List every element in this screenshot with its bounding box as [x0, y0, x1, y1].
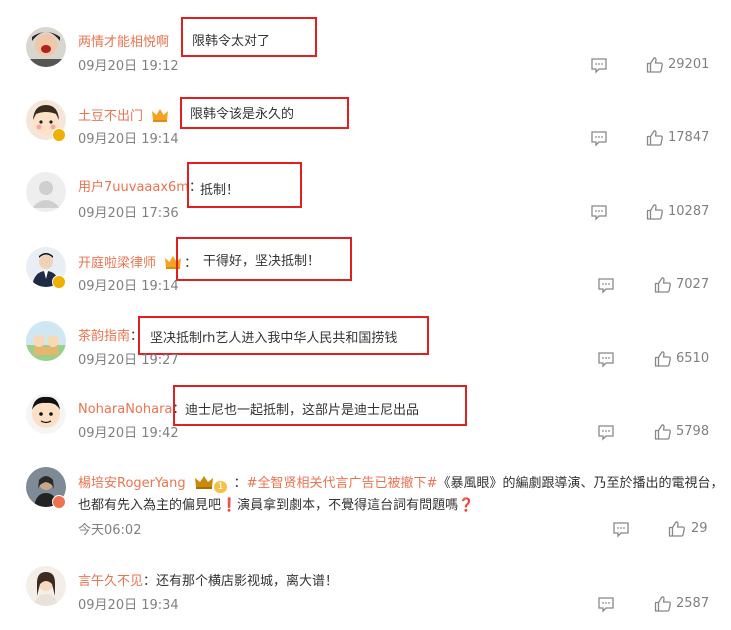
comment-item: 言午久不见：还有那个横店影视城，离大谱！ 09月20日 19:34 2587: [0, 566, 731, 626]
like-count: 7027: [676, 277, 710, 292]
comment-time: 09月20日 19:14: [78, 132, 179, 147]
comment-header: 土豆不出门: [78, 107, 171, 126]
membership-level-badge: 1: [213, 481, 228, 493]
comment-time: 09月20日 19:42: [78, 426, 179, 441]
user-avatar[interactable]: [26, 27, 66, 67]
username-link[interactable]: 言午久不见: [78, 574, 143, 589]
like-icon[interactable]: [668, 520, 686, 538]
comment-header: 茶韵指南：: [78, 329, 144, 344]
comment-text: 干得好，坚决抵制！: [203, 254, 321, 269]
like-count: 29: [691, 521, 708, 536]
username-link[interactable]: 土豆不出门: [78, 109, 143, 124]
like-count: 5798: [676, 424, 710, 439]
like-icon[interactable]: [654, 276, 672, 294]
comment-body: 楊培安RogerYang 1 ：#全智贤相关代言广告已被撤下#《暴風眼》的編劇跟…: [78, 476, 724, 513]
reply-icon[interactable]: [597, 276, 615, 294]
like-icon[interactable]: [654, 595, 672, 613]
comment-item: 茶韵指南： 坚决抵制rh艺人进入我中华人民共和国捞钱 09月20日 19:27 …: [0, 316, 731, 381]
comment-time: 09月20日 19:12: [78, 59, 179, 74]
comment-text: 限韩令太对了: [192, 34, 271, 49]
comment-item: 两情才能相悦啊 限韩令太对了 09月20日 19:12 29201: [0, 17, 731, 87]
username-link[interactable]: 两情才能相悦啊: [78, 35, 169, 50]
comment-time: 09月20日 19:34: [78, 598, 179, 613]
reply-icon[interactable]: [597, 350, 615, 368]
reply-icon[interactable]: [597, 595, 615, 613]
user-avatar[interactable]: [26, 566, 66, 606]
comment-time: 09月20日 19:27: [78, 353, 179, 368]
like-icon[interactable]: [646, 203, 664, 221]
user-avatar[interactable]: [26, 394, 66, 434]
reply-icon[interactable]: [597, 423, 615, 441]
comment-text: 抵制！: [200, 183, 240, 198]
username-link[interactable]: 开庭啦梁律师: [78, 256, 156, 271]
reply-icon[interactable]: [590, 129, 608, 147]
comment-time: 09月20日 19:14: [78, 279, 179, 294]
username-link[interactable]: 楊培安RogerYang: [78, 476, 186, 491]
reply-icon[interactable]: [590, 203, 608, 221]
user-avatar[interactable]: [26, 172, 66, 212]
username-link[interactable]: 用户7uuvaaax6m: [78, 180, 189, 195]
comment-item: NoharaNohara： 迪士尼也一起抵制，这部片是迪士尼出品 09月20日 …: [0, 385, 731, 454]
username-link[interactable]: 茶韵指南: [78, 329, 130, 344]
comment-text: 迪士尼也一起抵制，这部片是迪士尼出品: [185, 403, 420, 418]
verified-badge-icon: [52, 495, 66, 509]
comment-item: 楊培安RogerYang 1 ：#全智贤相关代言广告已被撤下#《暴風眼》的編劇跟…: [0, 467, 731, 542]
comment-text: 限韩令该是永久的: [190, 107, 295, 122]
comment-text: 还有那个横店影视城，离大谱！: [156, 574, 339, 589]
comment-header: 言午久不见：还有那个横店影视城，离大谱！: [78, 574, 339, 589]
like-count: 2587: [676, 596, 710, 611]
reply-icon[interactable]: [590, 56, 608, 74]
crown-icon: [194, 476, 213, 489]
comment-time: 09月20日 17:36: [78, 206, 179, 221]
like-count: 17847: [668, 130, 710, 145]
comment-header: 用户7uuvaaax6m：: [78, 180, 202, 195]
user-avatar[interactable]: [26, 321, 66, 361]
like-icon[interactable]: [654, 350, 672, 368]
comment-item: 用户7uuvaaax6m： 抵制！ 09月20日 17:36 10287: [0, 162, 731, 232]
like-count: 10287: [668, 204, 710, 219]
comment-header: NoharaNohara：: [78, 402, 186, 417]
comment-text: 坚决抵制rh艺人进入我中华人民共和国捞钱: [150, 331, 398, 346]
like-count: 29201: [668, 57, 710, 72]
crown-icon: [152, 109, 169, 122]
like-icon[interactable]: [654, 423, 672, 441]
comment-item: 土豆不出门 限韩令该是永久的 09月20日 19:14 17847: [0, 97, 731, 160]
username-link[interactable]: NoharaNohara: [78, 402, 172, 417]
comment-time: 今天06:02: [78, 523, 142, 538]
comment-item: 开庭啦梁律师 ： 干得好，坚决抵制！ 09月20日 19:14 7027: [0, 237, 731, 307]
like-icon[interactable]: [646, 56, 664, 74]
hashtag-link[interactable]: #全智贤相关代言广告已被撤下#: [247, 476, 438, 491]
comment-header: 两情才能相悦啊: [78, 34, 169, 52]
like-icon[interactable]: [646, 129, 664, 147]
verified-badge-icon: [52, 128, 66, 142]
reply-icon[interactable]: [612, 520, 630, 538]
verified-badge-icon: [52, 275, 66, 289]
like-count: 6510: [676, 351, 710, 366]
